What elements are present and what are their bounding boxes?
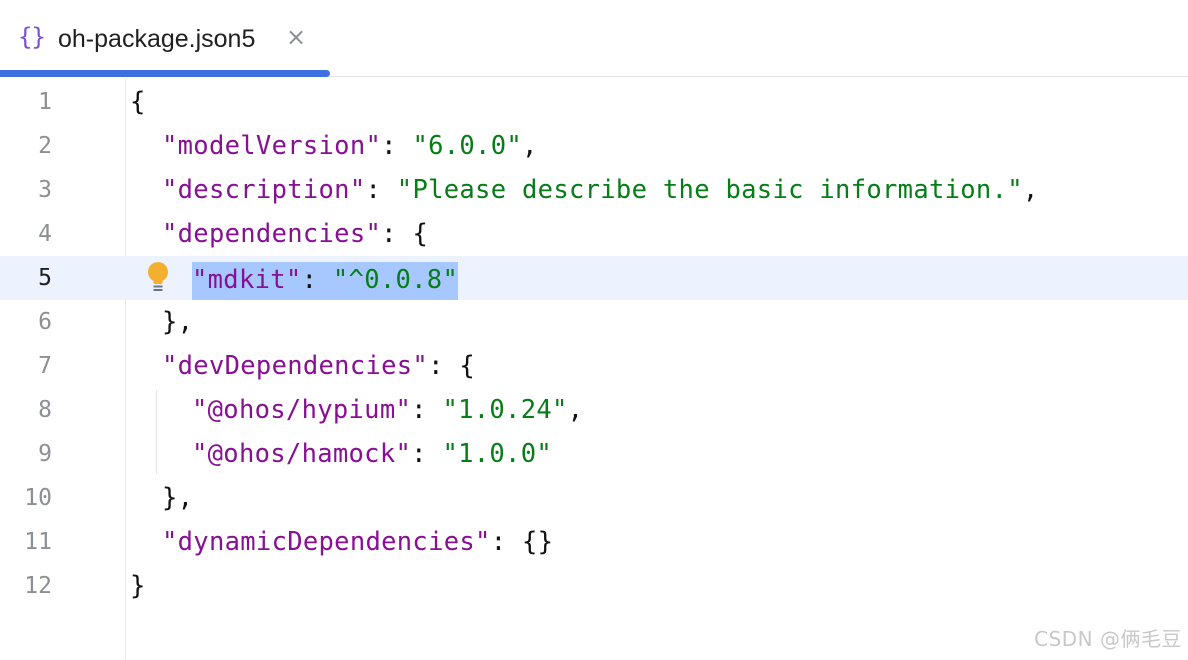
line-code: }, <box>162 483 193 513</box>
line-code: "mdkit": "^0.0.8" <box>192 262 459 300</box>
json-key: "modelVersion" <box>162 131 382 161</box>
json-key: "@ohos/hypium" <box>192 395 412 425</box>
lightbulb-icon[interactable] <box>145 261 171 295</box>
line-code: "modelVersion": "6.0.0", <box>162 131 538 161</box>
line-number: 5 <box>38 265 52 291</box>
close-icon[interactable]: × <box>286 22 306 52</box>
json-key: "dynamicDependencies" <box>162 527 491 557</box>
json-punctuation: : <box>381 131 413 161</box>
json-string: "1.0.24" <box>442 395 568 425</box>
json-punctuation: : {} <box>490 527 554 557</box>
json-punctuation: : { <box>381 219 429 249</box>
json-string: "6.0.0" <box>412 131 523 161</box>
tab-oh-package-json5[interactable]: {} oh-package.json5 × <box>0 0 330 77</box>
active-tab-indicator <box>0 70 330 77</box>
line-code: "@ohos/hamock": "1.0.0" <box>192 439 552 469</box>
line-number: 10 <box>24 485 52 511</box>
line-number: 3 <box>38 177 52 203</box>
code-line[interactable]: 6}, <box>0 300 1188 344</box>
code-line[interactable]: 4 "dependencies": { <box>0 212 1188 256</box>
code-line[interactable]: 11 "dynamicDependencies": {} <box>0 520 1188 564</box>
json-punctuation: { <box>130 87 146 117</box>
line-code: } <box>130 571 146 601</box>
code-line[interactable]: 1{ <box>0 80 1188 124</box>
json-key: "mdkit" <box>192 265 302 295</box>
json-punctuation: , <box>522 131 538 161</box>
line-number: 11 <box>24 529 52 555</box>
code-line[interactable]: 7 "devDependencies": { <box>0 344 1188 388</box>
code-line[interactable]: 8 "@ohos/hypium": "1.0.24", <box>0 388 1188 432</box>
json-string: "Please describe the basic information." <box>396 175 1023 205</box>
code-line[interactable]: 3 "description": "Please describe the bas… <box>0 168 1188 212</box>
json-punctuation: }, <box>162 483 194 513</box>
line-code: { <box>130 87 146 117</box>
code-line[interactable]: 12} <box>0 564 1188 608</box>
tab-label: oh-package.json5 <box>58 25 256 53</box>
json-punctuation: : <box>411 439 443 469</box>
json-key: "devDependencies" <box>162 351 429 381</box>
line-code: "description": "Please describe the basi… <box>162 175 1039 205</box>
json-key: "description" <box>162 175 366 205</box>
line-number: 8 <box>38 397 52 423</box>
line-number: 4 <box>38 221 52 247</box>
json-punctuation: : { <box>428 351 476 381</box>
json-string: "^0.0.8" <box>332 265 459 295</box>
json-punctuation: , <box>1022 175 1039 205</box>
line-number: 2 <box>38 133 52 159</box>
json-punctuation: , <box>567 395 584 425</box>
line-number: 9 <box>38 441 52 467</box>
json-punctuation: : <box>411 395 443 425</box>
line-code: "devDependencies": { <box>162 351 475 381</box>
json-punctuation: : <box>301 265 333 295</box>
line-number: 6 <box>38 309 52 335</box>
json-key: "@ohos/hamock" <box>192 439 412 469</box>
json-key: "dependencies" <box>162 219 382 249</box>
line-code: "dynamicDependencies": {} <box>162 527 553 557</box>
code-editor[interactable]: 1{2 "modelVersion": "6.0.0", 3 "description… <box>0 78 1188 660</box>
line-number: 1 <box>38 89 52 115</box>
code-line[interactable]: 10}, <box>0 476 1188 520</box>
json-punctuation: : <box>365 175 397 205</box>
line-number: 12 <box>24 573 52 599</box>
line-code: "@ohos/hypium": "1.0.24", <box>192 395 583 425</box>
json-braces-icon: {} <box>18 23 46 51</box>
text-selection: "mdkit": "^0.0.8" <box>192 262 459 300</box>
line-code: "dependencies": { <box>162 219 428 249</box>
watermark: CSDN @俩毛豆 <box>1034 627 1182 651</box>
json-punctuation: }, <box>162 307 194 337</box>
line-code: }, <box>162 307 193 337</box>
line-number: 7 <box>38 353 52 379</box>
editor-tab-bar: {} oh-package.json5 × <box>0 0 1188 77</box>
code-line[interactable]: 9 "@ohos/hamock": "1.0.0" <box>0 432 1188 476</box>
code-line[interactable]: 2 "modelVersion": "6.0.0", <box>0 124 1188 168</box>
json-string: "1.0.0" <box>442 439 553 469</box>
code-line[interactable]: 5 "mdkit": "^0.0.8" <box>0 256 1188 300</box>
json-punctuation: } <box>130 571 146 601</box>
